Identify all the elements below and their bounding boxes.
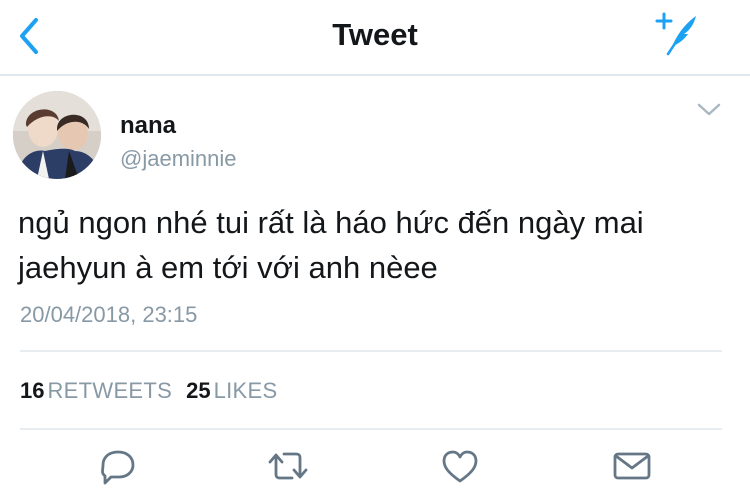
tweet-text-line: ngủ ngon nhé tui rất là háo hức đến ngày… [18, 205, 644, 240]
likes-stat[interactable]: 25 LIKES [186, 378, 277, 403]
more-options-button[interactable] [694, 100, 724, 120]
page-title: Tweet [332, 17, 418, 52]
mail-icon [613, 452, 651, 480]
feather-plus-icon [655, 12, 696, 56]
retweet-icon [268, 452, 308, 480]
divider [20, 428, 722, 430]
user-handle[interactable]: @jaeminnie [120, 146, 237, 172]
display-name[interactable]: nana [120, 112, 176, 140]
retweets-stat[interactable]: 16 RETWEETS [20, 378, 172, 403]
nav-header: Tweet [0, 0, 750, 76]
tweet-text: ngủ ngon nhé tui rất là háo hức đến ngày… [18, 200, 738, 290]
like-count: 25 [186, 378, 211, 403]
avatar[interactable] [13, 91, 101, 179]
retweet-count: 16 [20, 378, 45, 403]
share-dm-button[interactable] [608, 446, 656, 486]
divider [20, 350, 722, 352]
tweet-timestamp: 20/04/2018, 23:15 [20, 302, 198, 327]
reply-icon [101, 450, 135, 485]
tweet-text-line: jaehyun à em tới với anh nèee [18, 250, 438, 285]
tweet-stats: 16 RETWEETS 25 LIKES [20, 378, 277, 404]
retweet-label: RETWEETS [47, 378, 173, 403]
avatar-photo [13, 91, 101, 179]
like-button[interactable] [436, 446, 484, 486]
retweet-button[interactable] [264, 446, 312, 486]
reply-button[interactable] [94, 446, 142, 486]
chevron-down-icon [697, 103, 721, 116]
heart-icon [442, 450, 478, 483]
like-label: LIKES [213, 378, 278, 403]
compose-tweet-button[interactable] [654, 10, 700, 56]
